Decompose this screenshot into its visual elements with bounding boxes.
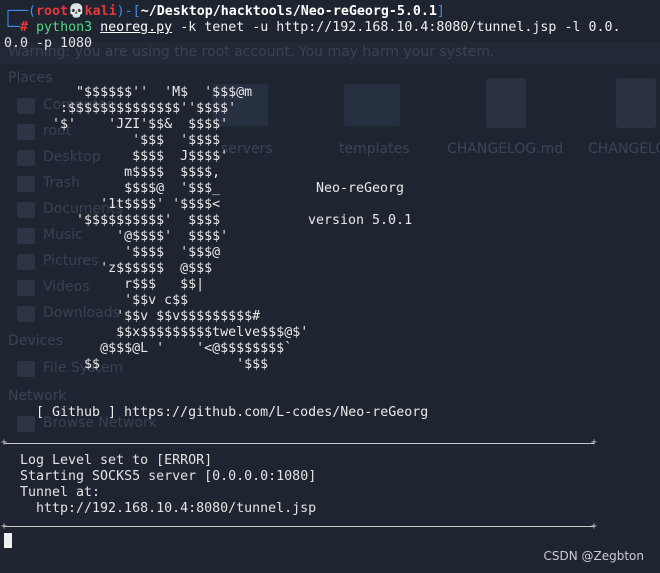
socks-status-text: Starting SOCKS5 server [0.0.0.0:1080] bbox=[20, 469, 317, 484]
ascii-art-line: m$$$$ $$$$, bbox=[4, 165, 221, 180]
command-line: └─# python3 neoreg.py -k tenet -u http:/… bbox=[4, 20, 621, 35]
ascii-art-line: '$' 'JZI'$$& $$$$' bbox=[4, 117, 229, 132]
command-program: python3 bbox=[36, 20, 93, 35]
tool-version: version 5.0.1 bbox=[308, 213, 413, 228]
ascii-art-line: '$$$$$$$$$$' $$$$ bbox=[4, 213, 221, 228]
log-level-text: Log Level set to [ERROR] bbox=[20, 453, 213, 468]
ascii-art-line: 'z$$$$$$ @$$$ bbox=[4, 261, 213, 276]
ascii-art-line: '@$$$$' $$$$' bbox=[4, 229, 229, 244]
ascii-art-line: $$x$$$$$$$$$twelve$$$@$' bbox=[4, 325, 309, 340]
command-script: neoreg.py bbox=[100, 20, 173, 35]
ascii-art-line: '$$v c$$ bbox=[4, 293, 189, 308]
skull-icon: 💀 bbox=[68, 4, 85, 19]
prompt-host: kali bbox=[84, 4, 117, 19]
status-box: + + + + Log Level set to [ERROR] Startin… bbox=[1, 437, 597, 532]
ascii-art-line: $$$$ J$$$$' bbox=[4, 149, 229, 164]
prompt-user: root bbox=[36, 4, 69, 19]
tunnel-url[interactable]: http://192.168.10.4:8080/tunnel.jsp bbox=[36, 501, 316, 517]
terminal-cursor bbox=[4, 533, 12, 548]
ascii-art-line: $$ '$$$ bbox=[4, 357, 269, 372]
ascii-art-line: "$$$$$$'' 'M$ '$$$@m bbox=[4, 85, 253, 100]
command-args: -k tenet -u http://192.168.10.4:8080/tun… bbox=[180, 20, 621, 35]
ascii-art-line: :$$$$$$$$$$$$$$''$$$$' bbox=[4, 101, 237, 116]
ascii-art-line: $$$$@ '$$$_ bbox=[4, 181, 221, 196]
ascii-art-line: '$$$ '$$$$ bbox=[4, 133, 221, 148]
ascii-art-line: r$$$ $$| bbox=[4, 277, 205, 292]
prompt-cwd: ~/Desktop/hacktools/Neo-reGeorg-5.0.1 bbox=[140, 4, 437, 19]
ascii-art-line: '$$v $$v$$$$$$$$$# bbox=[4, 309, 261, 324]
command-line-wrap: 0.0 -p 1080 bbox=[4, 36, 93, 51]
github-link[interactable]: [ Github ] https://github.com/L-codes/Ne… bbox=[36, 405, 428, 421]
tool-name: Neo-reGeorg bbox=[316, 181, 405, 196]
tunnel-label: Tunnel at: bbox=[20, 485, 101, 500]
watermark: CSDN @Zegbton bbox=[543, 549, 644, 563]
ascii-art-line: '$$$$ '$$$@ bbox=[4, 245, 221, 260]
ascii-art-line: '1t$$$$' '$$$$< bbox=[4, 197, 221, 212]
terminal[interactable]: ┌──(root💀kali)-[~/Desktop/hacktools/Neo-… bbox=[0, 0, 660, 573]
ascii-art-line: @$$$@L ' '<@$$$$$$$$` bbox=[4, 341, 293, 356]
ascii-art-banner: "$$$$$$'' 'M$ '$$$@m :$$$$$$$$$$$$$$''$$… bbox=[4, 85, 308, 373]
prompt-line: ┌──(root💀kali)-[~/Desktop/hacktools/Neo-… bbox=[4, 4, 445, 19]
